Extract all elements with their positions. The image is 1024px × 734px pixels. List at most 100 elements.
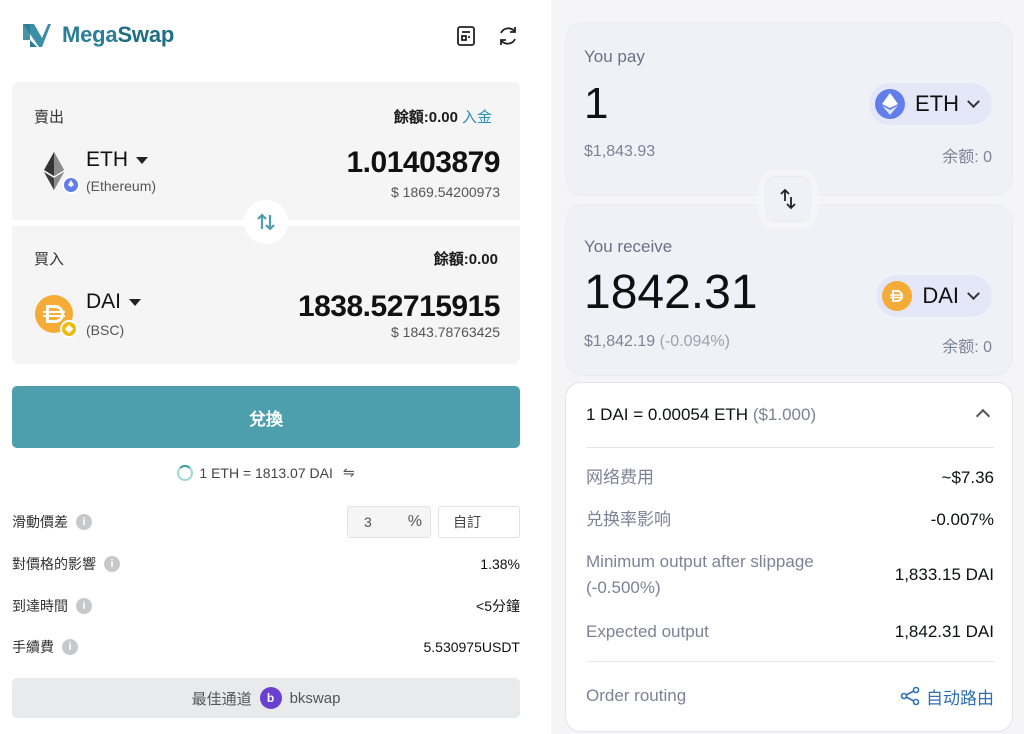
receive-usd-change: (-0.094%)	[659, 333, 730, 350]
auto-routing-link[interactable]: 自动路由	[900, 684, 994, 709]
network-fee-row: 网络费用 ~$7.36	[586, 465, 994, 491]
dai-token-icon	[35, 295, 78, 338]
left-swap-panel: MegaSwap 賣出 餘額:0.00 入金 ETH (Ethereum) 1.…	[0, 0, 532, 734]
slippage-input[interactable]: 3 %	[347, 506, 431, 538]
help-icon[interactable]: i	[76, 514, 92, 530]
sell-label: 賣出	[34, 109, 65, 126]
swap-direction-button[interactable]	[759, 170, 817, 228]
receipt-icon[interactable]	[454, 24, 478, 48]
arrival-time-value: <5分鐘	[476, 598, 520, 614]
eth-token-icon	[875, 89, 905, 119]
expected-output-value: 1,842.31 DAI	[894, 622, 994, 641]
buy-label: 買入	[34, 251, 65, 268]
sell-amount[interactable]: 1.01403879	[347, 146, 501, 180]
pay-token-symbol: ETH	[915, 91, 959, 116]
deposit-link[interactable]: 入金	[462, 109, 492, 126]
rate-impact-label: 兑换率影响	[586, 510, 671, 529]
right-swap-panel: You pay 1 ETH $1,843.93 余额: 0 You receiv…	[551, 0, 1024, 734]
slippage-label: 滑動價差	[12, 514, 68, 530]
order-routing-label: Order routing	[586, 686, 687, 705]
fee-value: 5.530975USDT	[423, 639, 520, 655]
sell-usd-value: $ 1869.54200973	[391, 184, 500, 200]
rate-impact-value: -0.007%	[930, 510, 994, 529]
sell-token-chain: (Ethereum)	[86, 178, 157, 194]
help-icon[interactable]: i	[62, 639, 78, 655]
sell-balance-value: 餘額:0.00	[393, 109, 458, 126]
minimum-output-label: Minimum output after slippage (-0.500%)	[586, 552, 814, 597]
best-route-label: 最佳通道	[191, 690, 252, 708]
receive-token-symbol: DAI	[922, 283, 959, 308]
receive-token-selector[interactable]: DAI	[876, 275, 992, 317]
divider	[586, 447, 994, 448]
price-impact-label: 對價格的影響	[12, 556, 96, 572]
details-rate-text: 1 DAI = 0.00054 ETH	[586, 405, 749, 424]
receive-label: You receive	[584, 237, 673, 256]
swap-form: 賣出 餘額:0.00 入金 ETH (Ethereum) 1.01403879 $…	[12, 82, 520, 364]
best-route-bar[interactable]: 最佳通道 b bkswap	[12, 678, 520, 718]
chevron-down-icon	[967, 286, 980, 300]
minimum-output-row: Minimum output after slippage (-0.500%) …	[586, 549, 994, 601]
swap-button[interactable]: 兌換	[12, 386, 520, 448]
auto-routing-text: 自动路由	[926, 688, 994, 708]
sell-token-selector[interactable]: ETH	[86, 148, 148, 172]
app-name-part1: Mega	[62, 22, 118, 47]
order-routing-row: Order routing 自动路由	[586, 683, 994, 709]
network-fee-label: 网络费用	[586, 468, 654, 487]
exchange-rate-text: 1 ETH = 1813.07 DAI	[199, 464, 333, 481]
header-actions	[454, 24, 520, 48]
receive-usd-amount: $1,842.19	[584, 333, 656, 350]
details-rate-usd: ($1.000)	[752, 405, 817, 424]
pay-balance: 余额: 0	[942, 149, 992, 166]
divider	[586, 661, 994, 662]
chevron-up-icon[interactable]	[975, 408, 991, 424]
app-name-part2: Swap	[117, 22, 175, 47]
chevron-down-icon	[129, 298, 142, 306]
pay-amount[interactable]: 1	[584, 79, 608, 129]
logo[interactable]: MegaSwap	[20, 18, 174, 52]
chevron-down-icon	[136, 156, 148, 164]
swap-direction-button[interactable]	[244, 200, 288, 244]
network-fee-value: ~$7.36	[941, 468, 994, 487]
expected-output-label: Expected output	[586, 622, 709, 641]
price-impact-value: 1.38%	[480, 556, 520, 572]
pay-label: You pay	[584, 47, 645, 66]
receive-balance: 余额: 0	[942, 339, 992, 356]
help-icon[interactable]: i	[76, 598, 92, 614]
expected-output-row: Expected output 1,842.31 DAI	[586, 619, 994, 645]
arrival-time-label: 到達時間	[12, 598, 68, 614]
refresh-icon[interactable]	[496, 24, 520, 48]
pay-usd-value: $1,843.93	[584, 143, 656, 160]
pay-token-selector[interactable]: ETH	[869, 83, 992, 125]
buy-token-symbol: DAI	[86, 290, 122, 313]
route-provider-name: bkswap	[289, 689, 341, 707]
help-icon[interactable]: i	[104, 556, 120, 572]
dai-token-icon	[882, 281, 913, 311]
sell-token-symbol: ETH	[86, 148, 128, 171]
megaswap-logo-icon	[23, 24, 51, 47]
swap-arrows-icon	[780, 188, 796, 210]
buy-token-selector[interactable]: DAI	[86, 290, 142, 314]
receive-amount[interactable]: 1842.31	[584, 265, 758, 320]
eth-token-icon	[44, 152, 80, 194]
fee-row: 手續費 i 5.530975USDT	[12, 633, 520, 661]
routing-icon	[900, 687, 920, 705]
swap-arrows-icon	[257, 213, 275, 231]
percent-unit: %	[407, 513, 422, 530]
exchange-rate: 1 ETH = 1813.07 DAI ⇋	[0, 464, 532, 481]
price-impact-row: 對價格的影響 i 1.38%	[12, 550, 520, 578]
receive-card: You receive 1842.31 DAI $1,842.19 (-0.09…	[565, 204, 1013, 376]
slippage-value: 3	[364, 514, 372, 530]
minimum-output-value: 1,833.15 DAI	[894, 565, 994, 584]
fee-label: 手續費	[12, 639, 54, 655]
buy-token-chain: (BSC)	[86, 322, 125, 338]
invert-rate-icon[interactable]: ⇋	[343, 464, 355, 481]
swap-details: 1 DAI = 0.00054 ETH ($1.000) 网络费用 ~$7.36…	[565, 382, 1013, 732]
bkswap-logo-icon: b	[259, 687, 282, 709]
chevron-down-icon	[967, 94, 980, 108]
custom-slippage-input[interactable]: 自訂	[438, 506, 520, 538]
buy-balance: 餘額:0.00	[433, 251, 498, 268]
rate-impact-row: 兑换率影响 -0.007%	[586, 507, 994, 533]
buy-amount[interactable]: 1838.52715915	[298, 290, 501, 324]
details-rate[interactable]: 1 DAI = 0.00054 ETH ($1.000)	[586, 405, 816, 425]
arrival-time-row: 到達時間 i <5分鐘	[12, 592, 520, 620]
